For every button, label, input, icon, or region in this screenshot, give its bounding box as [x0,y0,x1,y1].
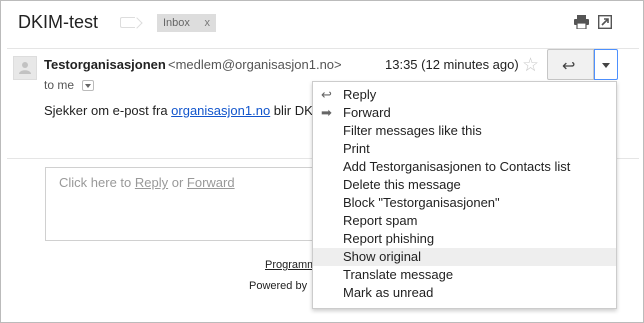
menu-item-label: Delete this message [343,177,461,192]
forward-arrow-icon: ➡ [321,105,332,120]
chevron-down-icon [602,63,610,68]
menu-item-report-spam[interactable]: Report spam [313,212,616,230]
menu-item-delete[interactable]: Delete this message [313,176,616,194]
reply-prompt-or: or [168,175,187,190]
menu-item-mark-unread[interactable]: Mark as unread [313,284,616,302]
menu-item-report-phishing[interactable]: Report phishing [313,230,616,248]
menu-item-label: Show original [343,249,422,264]
menu-item-block[interactable]: Block "Testorganisasjonen" [313,194,616,212]
menu-item-reply[interactable]: ↩ Reply [313,86,616,104]
inbox-label-chip[interactable]: Inbox x [157,14,216,32]
star-icon[interactable]: ☆ [522,54,539,77]
more-options-button[interactable] [594,49,618,80]
footer-program-link[interactable]: Programm [265,259,316,271]
body-link[interactable]: organisasjon1.no [171,103,270,118]
message-timestamp: 13:35 (12 minutes ago) [385,57,519,72]
more-options-menu: ↩ Reply ➡ Forward Filter messages like t… [312,81,617,309]
body-text-suffix: blir DK [270,103,313,118]
reply-link[interactable]: Reply [135,175,168,190]
body-text-prefix: Sjekker om e-post fra [44,103,172,118]
menu-item-label: Filter messages like this [343,123,482,138]
sender-name[interactable]: Testorganisasjonen [44,57,166,72]
menu-item-forward[interactable]: ➡ Forward [313,104,616,122]
sender-email: <medlem@organisasjon1.no> [168,57,342,72]
reply-prompt-prefix: Click here to [59,175,135,190]
reply-icon: ↩ [562,58,576,75]
person-icon [19,62,31,74]
email-subject: DKIM-test [18,12,99,32]
menu-item-label: Report spam [343,213,418,228]
recipient-line: to me [44,78,75,92]
menu-item-filter[interactable]: Filter messages like this [313,122,616,140]
show-details-dropdown[interactable] [82,80,94,91]
menu-item-label: Print [343,141,370,156]
email-window: DKIM-test Inbox x Testorganisasjonen <me… [0,0,644,323]
footer-powered-by: Powered by [249,280,308,292]
menu-item-label: Translate message [343,267,454,282]
quick-reply-prompt: Click here to Reply or Forward [59,175,235,190]
menu-item-label: Reply [343,87,377,102]
print-icon[interactable] [574,15,589,29]
menu-item-label: Mark as unread [343,285,434,300]
menu-item-show-original[interactable]: Show original [313,248,616,266]
header-divider [7,48,639,49]
menu-item-translate[interactable]: Translate message [313,266,616,284]
menu-item-label: Block "Testorganisasjonen" [343,195,500,210]
inbox-label-text: Inbox [163,17,190,29]
menu-item-label: Add Testorganisasjonen to Contacts list [343,159,571,174]
label-tag-icon[interactable] [120,17,135,28]
reply-button[interactable]: ↩ [547,49,594,80]
new-window-icon[interactable] [598,15,612,29]
menu-item-add-contact[interactable]: Add Testorganisasjonen to Contacts list [313,158,616,176]
menu-item-label: Report phishing [343,231,435,246]
sender-avatar [13,56,37,80]
remove-label-icon[interactable]: x [205,14,211,32]
reply-arrow-icon: ↩ [321,87,332,102]
forward-link[interactable]: Forward [187,175,235,190]
menu-item-print[interactable]: Print [313,140,616,158]
message-body: Sjekker om e-post fra organisasjon1.no b… [44,103,313,118]
menu-item-label: Forward [343,105,391,120]
